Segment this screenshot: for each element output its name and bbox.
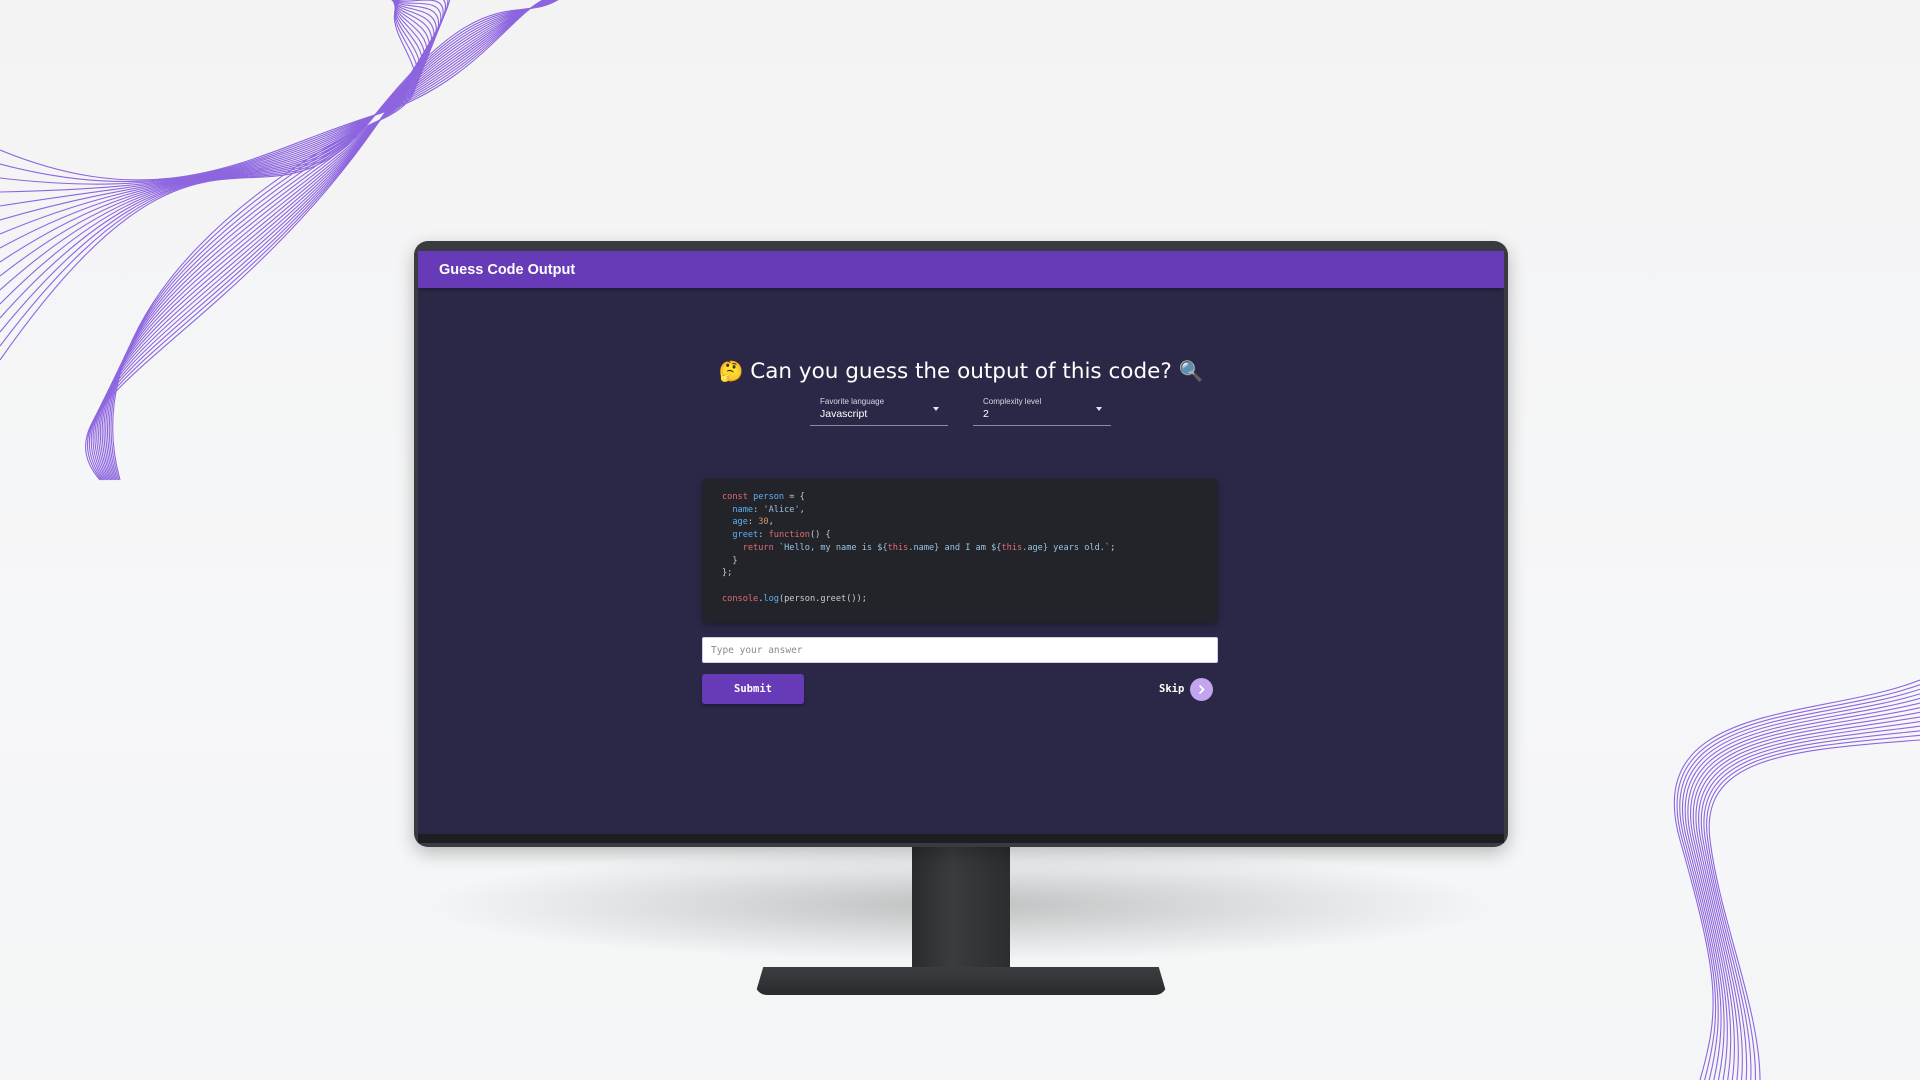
- wave-line: [1698, 720, 1920, 1080]
- wave-line: [97, 0, 435, 481]
- app-title: Guess Code Output: [439, 261, 576, 278]
- page-heading: 🤔 Can you guess the output of this code?…: [418, 359, 1504, 384]
- wave-line: [1706, 734, 1920, 1080]
- thinking-face-icon: 🤔: [718, 359, 744, 383]
- app-bar: Guess Code Output: [418, 251, 1504, 288]
- magnifier-icon: 🔍: [1178, 359, 1204, 383]
- app-screen: Guess Code Output 🤔 Can you guess the ou…: [418, 251, 1504, 834]
- wave-line: [1703, 730, 1920, 1080]
- wave-line: [87, 0, 449, 481]
- code-line: return `Hello, my name is ${this.name} a…: [742, 542, 1116, 553]
- complexity-select-value: 2: [983, 408, 989, 420]
- code-line: console.log(person.greet());: [722, 593, 867, 604]
- answer-input[interactable]: [702, 637, 1218, 663]
- wave-line: [0, 0, 547, 185]
- language-select-label: Favorite language: [820, 397, 885, 406]
- skip-button[interactable]: Skip: [1159, 677, 1214, 701]
- wave-line: [101, 0, 430, 481]
- wave-line: [94, 0, 440, 481]
- monitor-stand-base: [755, 967, 1167, 995]
- wave-line: [96, 0, 437, 481]
- language-select-value: Javascript: [820, 408, 868, 420]
- complexity-select-label: Complexity level: [983, 397, 1042, 406]
- code-line: };: [722, 568, 733, 579]
- wave-line: [99, 0, 433, 481]
- code-line: const person = {: [722, 492, 805, 502]
- wave-line: [92, 0, 442, 481]
- wave-line: [0, 0, 552, 249]
- submit-button[interactable]: Submit: [702, 674, 804, 704]
- wave-line: [1684, 697, 1920, 1080]
- code-line: }: [722, 555, 738, 566]
- code-line: greet: function() {: [732, 530, 831, 541]
- wave-line: [90, 0, 444, 481]
- code-line: name: 'Alice',: [732, 504, 805, 515]
- wave-line: [1690, 707, 1920, 1080]
- wave-line: [88, 0, 446, 481]
- chevron-down-icon: [933, 407, 939, 411]
- language-select[interactable]: Favorite language Javascript: [810, 395, 948, 426]
- wave-line: [85, 0, 451, 481]
- complexity-select[interactable]: Complexity level 2: [973, 395, 1111, 426]
- wave-line: [0, 0, 553, 263]
- monitor-stand-neck: [912, 842, 1010, 982]
- code-block: const person = { name: 'Alice', age: 30,…: [702, 479, 1218, 623]
- heading-text: Can you guess the output of this code?: [750, 359, 1172, 384]
- chevron-down-icon: [1096, 407, 1102, 411]
- chevron-right-icon: [1190, 677, 1214, 701]
- wave-line: [103, 0, 428, 481]
- monitor-bezel-bottom: [418, 834, 1504, 843]
- code-line: age: 30,: [732, 517, 774, 528]
- skip-label: Skip: [1159, 683, 1185, 695]
